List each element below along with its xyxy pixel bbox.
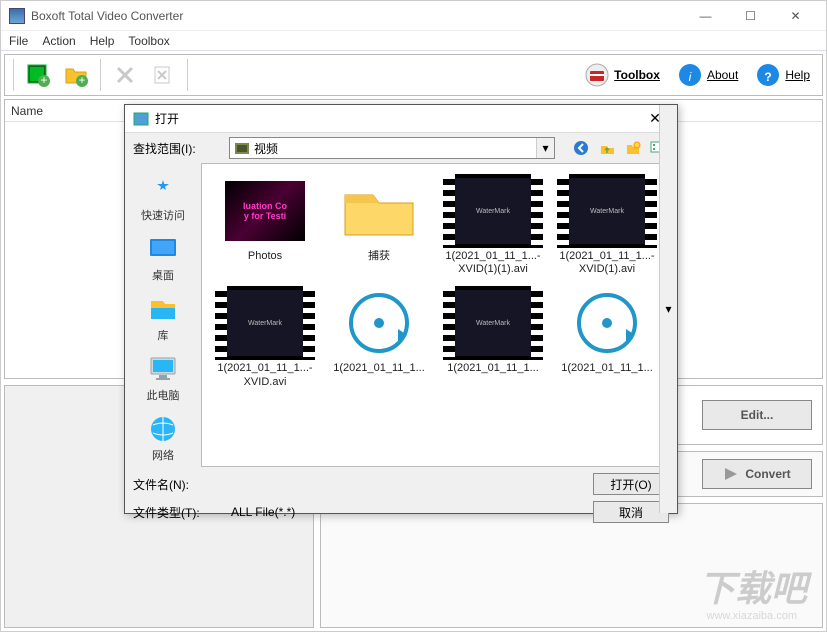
toolbar: + + Toolbox i About ? Help — [4, 54, 823, 96]
titlebar: Boxoft Total Video Converter — ☐ ✕ — [1, 1, 826, 31]
back-button[interactable] — [571, 138, 591, 158]
up-button[interactable] — [597, 138, 617, 158]
video-folder-icon — [234, 140, 250, 156]
file-thumbnail: WaterMark — [215, 286, 315, 360]
add-folder-button[interactable]: + — [60, 59, 92, 91]
open-button[interactable]: 打开(O) — [593, 473, 669, 495]
monitor-icon — [147, 353, 179, 385]
menu-help[interactable]: Help — [90, 34, 115, 48]
maximize-button[interactable]: ☐ — [728, 1, 773, 31]
file-item[interactable]: WaterMark 1(2021_01_11_1... — [438, 284, 548, 390]
menu-bar: File Action Help Toolbox — [1, 31, 826, 51]
file-browser[interactable]: luation Coy for TestiPhotos捕获WaterMark1(… — [201, 163, 671, 467]
place-libraries[interactable]: 库 — [131, 289, 195, 347]
chevron-down-icon: ▾ — [659, 105, 677, 513]
file-label: 1(2021_01_11_1... — [328, 362, 430, 375]
about-button[interactable]: i About — [672, 61, 744, 89]
app-icon — [9, 8, 25, 24]
svg-text:+: + — [78, 73, 85, 87]
lookin-label: 查找范围(I): — [133, 140, 223, 157]
place-quick-access[interactable]: 快速访问 — [131, 169, 195, 227]
lookin-value: 视频 — [254, 140, 278, 157]
file-label: 1(2021_01_11_1... — [442, 362, 544, 375]
menu-toolbox[interactable]: Toolbox — [128, 34, 169, 48]
filename-label: 文件名(N): — [133, 476, 223, 493]
file-label: 1(2021_01_11_1...- XVID(1).avi — [556, 250, 658, 276]
file-thumbnail: WaterMark — [557, 174, 657, 248]
help-button[interactable]: ? Help — [750, 61, 816, 89]
file-item[interactable]: 1(2021_01_11_1... — [552, 284, 662, 390]
toolbox-label: Toolbox — [614, 68, 660, 82]
file-label: 捕获 — [328, 250, 430, 263]
file-item[interactable]: WaterMark1(2021_01_11_1...- XVID(1).avi — [552, 172, 662, 278]
help-icon: ? — [756, 63, 780, 87]
svg-text:i: i — [689, 70, 692, 84]
lookin-combo[interactable]: 视频 ▾ — [229, 137, 555, 159]
new-folder-button[interactable] — [623, 138, 643, 158]
file-label: Photos — [214, 250, 316, 263]
dialog-bottom: 文件名(N): ▾ 打开(O) 文件类型(T): ALL File(*.*) ▾… — [125, 467, 677, 529]
file-item[interactable]: 1(2021_01_11_1... — [324, 284, 434, 390]
libraries-icon — [147, 293, 179, 325]
info-icon: i — [678, 63, 702, 87]
filetype-label: 文件类型(T): — [133, 504, 223, 521]
clear-button[interactable] — [147, 59, 179, 91]
minimize-button[interactable]: — — [683, 1, 728, 31]
places-bar: 快速访问 桌面 库 此电脑 网络 — [125, 163, 201, 467]
edit-button[interactable]: Edit... — [702, 400, 812, 430]
open-dialog: 打开 ✕ 查找范围(I): 视频 ▾ 快速访问 桌面 — [124, 104, 678, 514]
svg-text:+: + — [40, 73, 47, 87]
file-label: 1(2021_01_11_1...- XVID.avi — [214, 362, 316, 388]
dialog-icon — [133, 111, 149, 127]
page-x-icon — [153, 65, 173, 85]
cancel-button[interactable]: 取消 — [593, 501, 669, 523]
place-network[interactable]: 网络 — [131, 409, 195, 467]
file-item[interactable]: luation Coy for Testi Photos — [210, 172, 320, 278]
add-video-button[interactable]: + — [22, 59, 54, 91]
chevron-down-icon: ▾ — [536, 138, 554, 158]
convert-button[interactable]: Convert — [702, 459, 812, 489]
help-label: Help — [785, 68, 810, 82]
dialog-title: 打开 — [155, 110, 641, 127]
file-label: 1(2021_01_11_1...- XVID(1)(1).avi — [442, 250, 544, 276]
file-thumbnail — [329, 286, 429, 360]
play-icon — [723, 466, 739, 482]
film-plus-icon: + — [26, 63, 50, 87]
file-label: 1(2021_01_11_1... — [556, 362, 658, 375]
file-item[interactable]: 捕获 — [324, 172, 434, 278]
file-thumbnail: WaterMark — [443, 286, 543, 360]
dialog-titlebar: 打开 ✕ — [125, 105, 677, 133]
close-button[interactable]: ✕ — [773, 1, 818, 31]
star-icon — [147, 173, 179, 205]
window-title: Boxoft Total Video Converter — [31, 9, 683, 23]
about-label: About — [707, 68, 738, 82]
nav-icons — [571, 138, 669, 158]
desktop-icon — [147, 233, 179, 265]
file-item[interactable]: WaterMark1(2021_01_11_1...- XVID(1)(1).a… — [438, 172, 548, 278]
file-thumbnail: WaterMark — [443, 174, 543, 248]
file-thumbnail — [329, 174, 429, 248]
place-this-pc[interactable]: 此电脑 — [131, 349, 195, 407]
folder-plus-icon: + — [64, 63, 88, 87]
lookin-row: 查找范围(I): 视频 ▾ — [125, 133, 677, 163]
toolbox-button[interactable]: Toolbox — [579, 61, 666, 89]
toolbox-icon — [585, 63, 609, 87]
menu-action[interactable]: Action — [42, 34, 75, 48]
x-icon — [115, 65, 135, 85]
file-item[interactable]: WaterMark1(2021_01_11_1...- XVID.avi — [210, 284, 320, 390]
svg-text:?: ? — [765, 70, 772, 84]
menu-file[interactable]: File — [9, 34, 28, 48]
place-desktop[interactable]: 桌面 — [131, 229, 195, 287]
delete-button[interactable] — [109, 59, 141, 91]
file-thumbnail — [557, 286, 657, 360]
filetype-combo[interactable]: ALL File(*.*) ▾ — [231, 505, 585, 519]
file-thumbnail: luation Coy for Testi — [215, 174, 315, 248]
globe-icon — [147, 413, 179, 445]
